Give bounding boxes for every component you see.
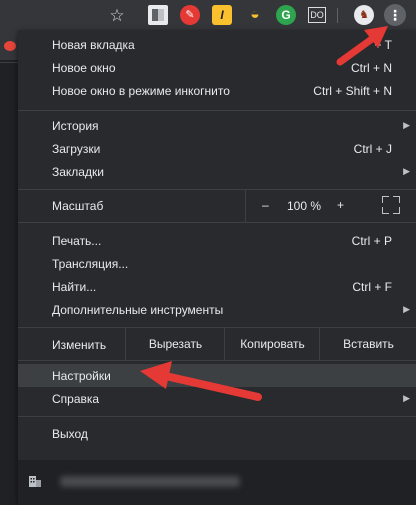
menu-item-label: Трансляция...: [52, 256, 129, 271]
menu-item-label: Загрузки: [52, 141, 101, 156]
menu-divider: [18, 110, 416, 111]
menu-item-find[interactable]: Найти... Ctrl + F: [18, 275, 416, 298]
menu-item-incognito[interactable]: Новое окно в режиме инкогнито Ctrl + Shi…: [18, 79, 416, 102]
menu-item-label: Печать...: [52, 233, 102, 248]
cut-button[interactable]: Вырезать: [125, 328, 225, 360]
menu-item-help[interactable]: Справка ▶: [18, 387, 416, 410]
menu-item-label: Справка: [52, 391, 100, 406]
menu-item-label: Новая вкладка: [52, 37, 135, 52]
fullscreen-icon[interactable]: [382, 196, 400, 214]
bookmark-star-icon[interactable]: ☆: [107, 5, 127, 25]
zoom-controls: – 100 % +: [245, 190, 416, 222]
profile-avatar-icon[interactable]: ♞: [354, 5, 374, 25]
menu-item-shortcut: + T: [374, 37, 392, 52]
menu-item-label: Закладки: [52, 164, 104, 179]
browser-toolbar: ☆ ✎ I ◒ G DO ♞ ⋮: [0, 0, 416, 30]
menu-item-label: Новое окно в режиме инкогнито: [52, 83, 230, 98]
submenu-arrow-icon: ▶: [403, 166, 410, 176]
managed-profile-row[interactable]: [18, 460, 416, 505]
menu-item-settings[interactable]: Настройки: [18, 364, 416, 387]
extension-icon[interactable]: ✎: [180, 5, 200, 25]
building-icon: [29, 476, 41, 487]
edit-label: Изменить: [52, 338, 107, 352]
menu-item-shortcut: Ctrl + F: [352, 279, 392, 294]
menu-item-label: Найти...: [52, 279, 97, 294]
toolbar-separator: [337, 8, 338, 23]
paste-button[interactable]: Вставить: [319, 328, 416, 360]
menu-item-label: Новое окно: [52, 60, 116, 75]
menu-item-history[interactable]: История ▶: [18, 114, 416, 137]
menu-item-cast[interactable]: Трансляция...: [18, 252, 416, 275]
menu-item-label: Выход: [52, 426, 88, 441]
menu-item-downloads[interactable]: Загрузки Ctrl + J: [18, 137, 416, 160]
extension-icon[interactable]: ◒: [245, 5, 265, 25]
menu-item-shortcut: Ctrl + J: [353, 141, 392, 156]
menu-item-more-tools[interactable]: Дополнительные инструменты ▶: [18, 298, 416, 321]
grammarly-icon[interactable]: G: [276, 5, 296, 25]
zoom-out-button[interactable]: –: [262, 198, 269, 212]
extension-icon[interactable]: I: [212, 5, 232, 25]
extension-icon[interactable]: [148, 5, 168, 25]
menu-item-label: Настройки: [52, 368, 111, 383]
menu-kebab-icon[interactable]: ⋮: [384, 4, 406, 26]
menu-item-exit[interactable]: Выход: [18, 422, 416, 445]
zoom-label: Масштаб: [52, 199, 104, 213]
menu-zoom-row: Масштаб – 100 % +: [18, 190, 416, 222]
menu-divider: [18, 360, 416, 361]
tab-favicon-icon[interactable]: [4, 41, 16, 51]
submenu-arrow-icon: ▶: [403, 393, 410, 403]
menu-divider: [18, 222, 416, 223]
menu-edit-row: Изменить Вырезать Копировать Вставить: [18, 328, 416, 360]
menu-item-new-tab[interactable]: Новая вкладка + T: [18, 33, 416, 56]
menu-item-shortcut: Ctrl + N: [350, 60, 392, 75]
chrome-main-menu: Новая вкладка + T Новое окно Ctrl + N Но…: [18, 30, 416, 505]
submenu-arrow-icon: ▶: [403, 120, 410, 130]
menu-item-print[interactable]: Печать... Ctrl + P: [18, 229, 416, 252]
menu-item-shortcut: Ctrl + Shift + N: [313, 83, 392, 98]
menu-item-shortcut: Ctrl + P: [351, 233, 392, 248]
extension-icon[interactable]: DO: [308, 7, 326, 23]
menu-item-new-window[interactable]: Новое окно Ctrl + N: [18, 56, 416, 79]
zoom-in-button[interactable]: +: [337, 198, 344, 212]
blurred-account-text: [60, 476, 240, 487]
extension-glyph: [152, 9, 164, 21]
zoom-value: 100 %: [287, 199, 322, 213]
tab-divider: [0, 62, 20, 63]
copy-button[interactable]: Копировать: [224, 328, 320, 360]
menu-item-label: История: [52, 118, 99, 133]
menu-item-label: Дополнительные инструменты: [52, 302, 224, 317]
menu-item-bookmarks[interactable]: Закладки ▶: [18, 160, 416, 183]
submenu-arrow-icon: ▶: [403, 304, 410, 314]
menu-divider: [18, 416, 416, 417]
